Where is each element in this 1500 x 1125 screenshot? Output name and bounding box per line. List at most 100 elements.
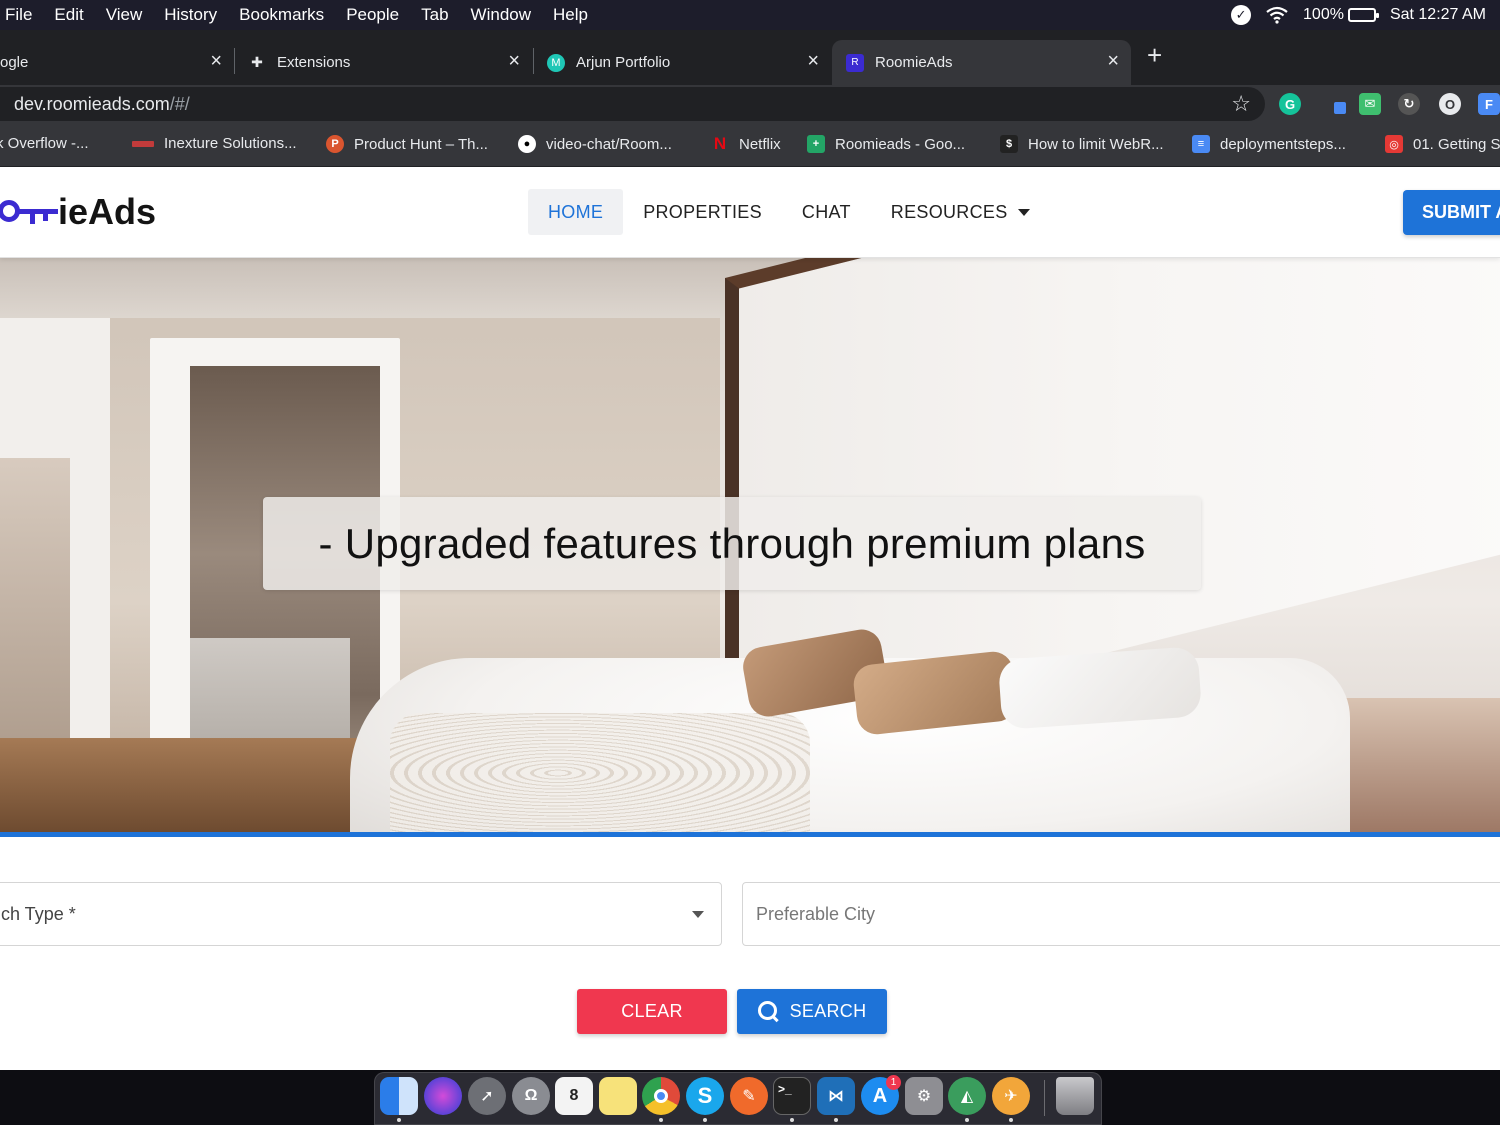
launchpad-icon[interactable]: ➚ xyxy=(468,1077,506,1115)
close-icon[interactable]: × xyxy=(1107,50,1119,73)
system-preferences-icon[interactable]: ⚙ xyxy=(905,1077,943,1115)
google-sheets-icon: + xyxy=(807,135,825,153)
nav-resources-label: RESOURCES xyxy=(890,201,1008,222)
tableplus-icon[interactable]: Ω xyxy=(512,1077,550,1115)
siri-icon[interactable] xyxy=(424,1077,462,1115)
search-button[interactable]: SEARCH xyxy=(737,989,887,1034)
hero-photo-pillow xyxy=(997,646,1203,730)
roomieads-icon: R xyxy=(846,53,864,72)
dock-separator xyxy=(1044,1080,1045,1116)
menu-bookmarks[interactable]: Bookmarks xyxy=(228,5,335,25)
tab-arjun-portfolio[interactable]: M Arjun Portfolio × xyxy=(533,40,831,85)
site-navbar: ieAds HOME PROPERTIES CHAT RESOURCES SUB… xyxy=(0,167,1500,258)
grammarly-icon[interactable]: G xyxy=(1279,93,1301,115)
battery-icon xyxy=(1347,8,1379,22)
site-logo[interactable]: ieAds xyxy=(0,191,156,233)
bookmark-deploymentsteps[interactable]: ≡ deploymentsteps... xyxy=(1192,135,1346,153)
tab-google[interactable]: ogle × xyxy=(0,40,234,85)
bookmark-stackoverflow[interactable]: k Overflow -... xyxy=(0,135,89,152)
new-tab-plus-icon[interactable]: + xyxy=(1147,40,1162,71)
close-icon[interactable]: × xyxy=(508,50,520,73)
nav-links: HOME PROPERTIES CHAT RESOURCES xyxy=(528,189,1050,235)
notes-icon[interactable] xyxy=(599,1077,637,1115)
android-studio-icon[interactable]: ◭ xyxy=(948,1077,986,1115)
battery-percent: 100% xyxy=(1303,6,1344,23)
menu-tab[interactable]: Tab xyxy=(410,5,459,25)
tab-title: ogle xyxy=(0,54,29,71)
bookmark-webrtc[interactable]: $ How to limit WebR... xyxy=(1000,135,1164,153)
logo-text: ieAds xyxy=(58,191,157,232)
bookmark-github[interactable]: ● video-chat/Room... xyxy=(518,135,672,153)
menu-people[interactable]: People xyxy=(335,5,410,25)
netflix-icon: N xyxy=(713,134,727,153)
running-indicator xyxy=(790,1118,794,1122)
chrome-icon[interactable] xyxy=(642,1077,680,1115)
check-circle-icon[interactable]: ✓ xyxy=(1231,5,1252,25)
nav-properties[interactable]: PROPERTIES xyxy=(623,189,782,235)
nav-home[interactable]: HOME xyxy=(528,189,624,235)
tab-roomieads[interactable]: R RoomieAds × xyxy=(832,40,1131,85)
terminal-icon[interactable]: >_ xyxy=(773,1077,811,1115)
wifi-icon[interactable] xyxy=(1265,6,1289,24)
bookmark-netflix[interactable]: N Netflix xyxy=(711,134,781,153)
caret-down-icon xyxy=(1017,208,1030,216)
transmit-icon[interactable]: ✈ xyxy=(992,1077,1030,1115)
sync-extension-icon[interactable]: ↻ xyxy=(1398,93,1420,115)
bookmark-label: How to limit WebR... xyxy=(1028,135,1164,153)
fl-extension-icon[interactable]: F xyxy=(1478,93,1500,115)
clear-button[interactable]: CLEAR xyxy=(577,989,727,1034)
producthunt-icon: P xyxy=(326,135,344,153)
trash-icon[interactable] xyxy=(1056,1077,1094,1115)
running-indicator xyxy=(397,1118,401,1122)
bookmark-label: k Overflow -... xyxy=(0,135,89,152)
color-picker-icon[interactable] xyxy=(1325,93,1347,115)
close-icon[interactable]: × xyxy=(210,50,222,73)
bookmark-label: Netflix xyxy=(739,135,781,153)
preferable-city-input[interactable]: Preferable City xyxy=(742,882,1500,946)
bookmark-label: deploymentsteps... xyxy=(1220,135,1346,153)
bookmark-star-icon[interactable]: ☆ xyxy=(1231,91,1251,117)
menu-window[interactable]: Window xyxy=(460,5,542,25)
finder-icon[interactable] xyxy=(380,1077,418,1115)
menu-history[interactable]: History xyxy=(153,5,228,25)
skype-icon[interactable]: S xyxy=(686,1077,724,1115)
hero-photo-bed-runner xyxy=(390,713,810,832)
battery-status[interactable]: 100% xyxy=(1303,6,1379,24)
menu-edit[interactable]: Edit xyxy=(43,5,94,25)
browser-toolbar: dev.roomieads.com/#/ ☆ xyxy=(0,85,1500,123)
macos-menubar: File Edit View History Bookmarks People … xyxy=(0,0,1500,30)
search-type-select[interactable]: ch Type * xyxy=(0,882,722,946)
address-bar[interactable]: dev.roomieads.com/#/ ☆ xyxy=(0,87,1265,121)
bookmark-inexture[interactable]: Inexture Solutions... xyxy=(132,135,297,152)
bookmark-roomieads-sheet[interactable]: + Roomieads - Goo... xyxy=(807,135,965,153)
web-page: ieAds HOME PROPERTIES CHAT RESOURCES SUB… xyxy=(0,167,1500,1070)
hero-photo-nightstand xyxy=(1340,698,1500,832)
menu-view[interactable]: View xyxy=(95,5,154,25)
search-button-label: SEARCH xyxy=(789,1001,867,1021)
bookmark-label: video-chat/Room... xyxy=(546,135,672,153)
address-host: dev.roomieads.com xyxy=(14,93,170,114)
calendar-icon[interactable]: 8 xyxy=(555,1077,593,1115)
postman-icon[interactable]: ✎ xyxy=(730,1077,768,1115)
bookmark-label: Inexture Solutions... xyxy=(164,135,297,152)
close-icon[interactable]: × xyxy=(807,50,819,73)
menubar-clock[interactable]: Sat 12:27 AM xyxy=(1390,6,1486,24)
bookmark-label: Roomieads - Goo... xyxy=(835,135,966,153)
menu-help[interactable]: Help xyxy=(542,5,599,25)
tab-extensions[interactable]: ✚ Extensions × xyxy=(234,40,532,85)
bookmark-getting-started[interactable]: ◎ 01. Getting S xyxy=(1385,135,1500,153)
bookmark-label: Product Hunt – Th... xyxy=(354,135,488,153)
vscode-icon[interactable]: ⋈ xyxy=(817,1077,855,1115)
search-form: ch Type * Preferable City CLEAR SEARCH xyxy=(0,837,1500,1070)
tab-title: Extensions xyxy=(277,54,351,71)
nav-resources[interactable]: RESOURCES xyxy=(871,189,1050,235)
key-logo-icon xyxy=(0,197,58,227)
nav-chat[interactable]: CHAT xyxy=(782,189,871,235)
mail-extension-icon[interactable]: ✉ xyxy=(1359,93,1381,115)
profile-extension-icon[interactable]: O xyxy=(1439,93,1461,115)
menu-file[interactable]: File xyxy=(0,5,43,25)
webrtc-icon: $ xyxy=(1000,135,1018,153)
bookmark-label: 01. Getting S xyxy=(1413,135,1500,153)
bookmark-producthunt[interactable]: P Product Hunt – Th... xyxy=(326,135,488,153)
submit-ad-button[interactable]: SUBMIT A xyxy=(1403,190,1500,235)
